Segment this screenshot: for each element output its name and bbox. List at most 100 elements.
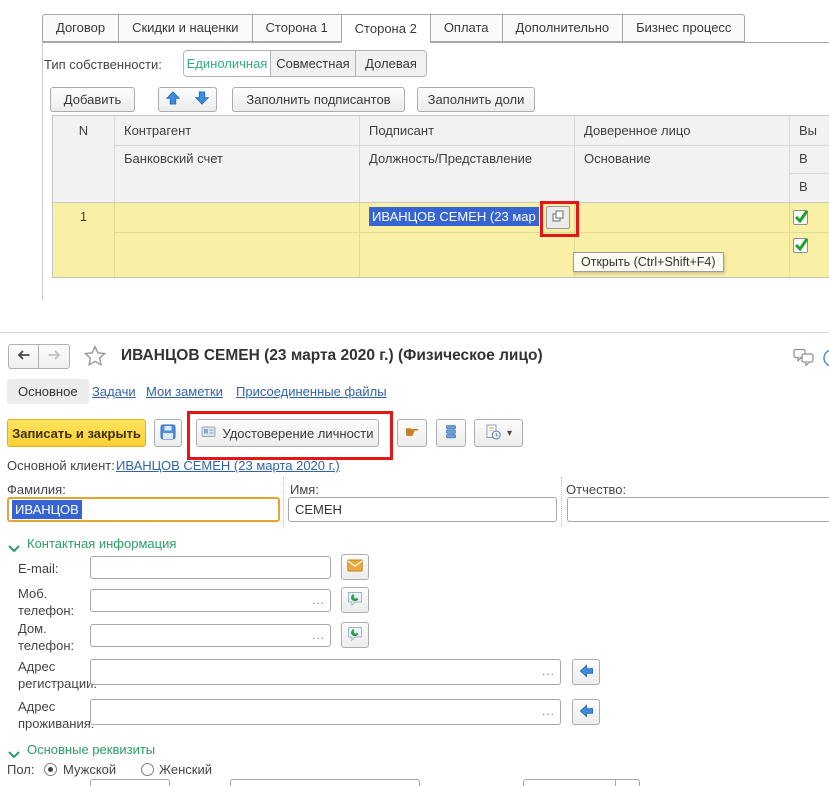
main-client-label: Основной клиент: [7,458,115,473]
registration-address-input[interactable]: ... [90,659,561,685]
fill-signers-button[interactable]: Заполнить подписантов [232,87,405,112]
contact-section-title[interactable]: Контактная информация [27,536,176,551]
col-header-bank-account[interactable]: Банковский счет [114,145,223,173]
fill-shares-button[interactable]: Заполнить доли [417,87,535,112]
discussions-icon[interactable] [793,348,815,371]
cut-off-input[interactable] [523,779,640,786]
top-tab-bar: Договор Скидки и наценки Сторона 1 Сторо… [42,15,745,42]
ownership-option-joint[interactable]: Совместная [271,51,356,76]
row-number: 1 [53,202,114,232]
col-header-position[interactable]: Должность/Представление [359,145,532,173]
lastname-input[interactable]: ИВАНЦОВ [7,497,280,522]
tab-storona1[interactable]: Сторона 1 [252,14,341,42]
phone-bubble-icon [347,591,363,610]
tab-main[interactable]: Основное [7,379,89,404]
tab-storona2[interactable]: Сторона 2 [341,14,430,43]
ownership-label: Тип собственности: [44,57,162,72]
row-checkbox-2[interactable] [793,238,808,253]
stack-button[interactable] [436,419,466,447]
blue-left-arrow-icon [579,664,594,681]
mobile-ellipsis-button[interactable]: ... [312,592,325,606]
cut-off-input[interactable] [90,779,170,786]
group-left-border [42,42,43,300]
cut-off-icon[interactable] [822,348,829,368]
call-mobile-button[interactable] [341,587,369,613]
save-and-close-button[interactable]: Записать и закрыть [7,419,146,447]
tab-dogovor[interactable]: Договор [42,14,118,42]
tabstrip-bottom-line [42,42,829,43]
blue-left-arrow-icon [579,704,594,721]
contact-section-chevron-icon[interactable] [8,541,20,556]
gender-label: Пол: [7,762,35,777]
requisites-section-chevron-icon[interactable] [8,747,20,762]
tab-attached-files-link[interactable]: Присоединенные файлы [236,384,387,399]
pointing-hand-icon: ☛ [404,425,419,442]
phone-bubble-icon [347,626,363,645]
document-history-dropdown-button[interactable]: ▾ [474,419,523,447]
firstname-input[interactable]: СЕМЕН [288,497,557,522]
home-phone-label: Дом. телефон: [18,621,76,655]
middlename-label: Отчество: [566,482,626,497]
cut-off-input[interactable] [230,779,420,786]
signer-cell-selected-text[interactable]: ИВАНЦОВ СЕМЕН (23 мар [369,207,539,226]
col-header-v1[interactable]: В [789,145,808,173]
add-button[interactable]: Добавить [50,87,135,112]
residence-address-ellipsis-button[interactable]: ... [542,704,555,718]
col-header-signer[interactable]: Подписант [359,116,434,145]
gender-female-label[interactable]: Женский [159,762,212,777]
col-header-num[interactable]: N [53,116,114,145]
col-header-vy[interactable]: Вы [789,116,817,145]
col-header-proxy[interactable]: Доверенное лицо [574,116,690,145]
grid-vline [359,202,360,277]
window-title: ИВАНЦОВ СЕМЕН (23 марта 2020 г.) (Физиче… [121,347,543,365]
ownership-option-share[interactable]: Долевая [356,51,426,76]
dropdown-arrow-icon: ▾ [507,428,512,439]
copy-residence-address-button[interactable] [572,699,600,725]
save-floppy-icon [160,424,176,443]
tab-biznes-process[interactable]: Бизнес процесс [622,14,745,42]
move-up-button[interactable] [158,87,188,112]
back-button[interactable] [8,344,39,369]
requisites-section-title[interactable]: Основные реквизиты [27,742,155,757]
gender-male-radio[interactable] [44,763,57,776]
lastname-selected-value: ИВАНЦОВ [12,500,82,519]
registration-address-ellipsis-button[interactable]: ... [542,664,555,678]
middlename-input[interactable] [567,497,829,522]
gender-male-label[interactable]: Мужской [63,762,116,777]
row-checkbox-1[interactable] [793,210,808,225]
grid-hline [114,232,829,233]
pointer-hand-button[interactable]: ☛ [397,419,427,447]
tab-tasks-link[interactable]: Задачи [92,384,136,399]
residence-address-input[interactable]: ... [90,699,561,725]
back-arrow-icon [16,348,31,365]
tab-notes-link[interactable]: Мои заметки [146,384,223,399]
save-button[interactable] [154,419,182,447]
registration-address-label: Адрес регистрации: [18,659,98,693]
copy-registration-address-button[interactable] [572,659,600,685]
col-header-basis[interactable]: Основание [574,145,651,173]
section-divider [0,332,829,333]
call-home-button[interactable] [341,622,369,648]
forward-arrow-icon [47,348,62,365]
forward-button[interactable] [39,344,70,369]
home-phone-input[interactable]: ... [90,624,331,647]
tab-skidki[interactable]: Скидки и наценки [118,14,251,42]
mobile-phone-label: Моб. телефон: [18,586,76,620]
move-down-button[interactable] [187,87,217,112]
lastname-label: Фамилия: [7,482,66,497]
home-ellipsis-button[interactable]: ... [312,627,325,641]
col-header-counterparty[interactable]: Контрагент [114,116,191,145]
ownership-option-sole[interactable]: Единоличная [184,51,271,76]
tab-dopolnitelno[interactable]: Дополнительно [502,14,623,42]
main-client-link[interactable]: ИВАНЦОВ СЕМЕН (23 марта 2020 г.) [116,458,340,473]
send-email-button[interactable] [341,554,369,580]
tab-oplata[interactable]: Оплата [430,14,502,42]
col-header-v2[interactable]: В [789,173,808,201]
gender-female-radio[interactable] [141,763,154,776]
favorite-star-icon[interactable] [84,345,106,370]
stack-icon [443,424,459,443]
email-input[interactable] [90,556,331,579]
mobile-phone-input[interactable]: ... [90,589,331,612]
arrow-up-icon [166,91,180,108]
column-separator [561,477,562,527]
